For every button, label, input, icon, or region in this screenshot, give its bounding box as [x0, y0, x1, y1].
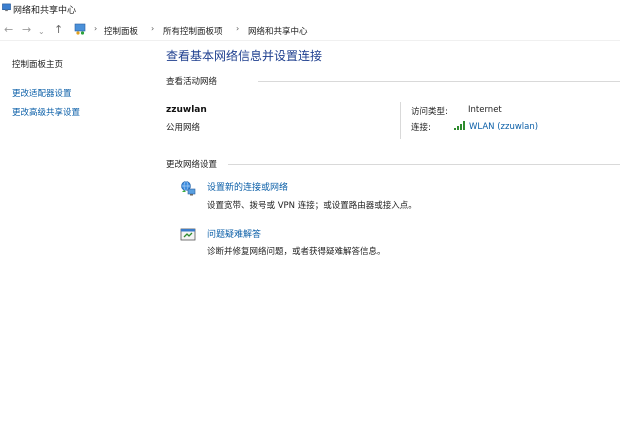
- recent-locations-chevron-icon[interactable]: ⌄: [38, 26, 45, 37]
- section-divider: [228, 164, 620, 165]
- sidebar-item-change-adapter-settings[interactable]: 更改适配器设置: [12, 87, 72, 99]
- breadcrumb-separator-icon: ›: [94, 24, 98, 33]
- access-type-label: 访问类型:: [411, 107, 448, 117]
- troubleshoot-icon: [180, 228, 196, 241]
- network-setup-icon: [181, 181, 196, 196]
- breadcrumb-separator-icon: ›: [236, 24, 240, 33]
- active-networks-heading: 查看活动网络: [166, 77, 218, 87]
- setup-new-connection-link[interactable]: 设置新的连接或网络: [207, 180, 288, 193]
- network-name: zzuwlan: [166, 105, 207, 115]
- sidebar-item-change-advanced-sharing[interactable]: 更改高级共享设置: [12, 106, 80, 118]
- breadcrumb-control-panel[interactable]: 控制面板: [104, 25, 138, 37]
- control-panel-icon: [74, 23, 86, 35]
- address-bar: ← → ⌄ ↑ › 控制面板 › 所有控制面板项 › 网络和共享中心: [0, 20, 620, 41]
- connection-wlan-link[interactable]: WLAN (zzuwlan): [454, 121, 538, 132]
- sidebar-item-control-panel-home[interactable]: 控制面板主页: [12, 58, 63, 70]
- network-center-icon: [2, 3, 11, 12]
- connection-value: WLAN (zzuwlan): [469, 122, 539, 132]
- vertical-divider: [400, 102, 401, 139]
- breadcrumb-separator-icon: ›: [151, 24, 155, 33]
- network-category-link[interactable]: 公用网络: [166, 121, 200, 133]
- window-title: 网络和共享中心: [13, 6, 77, 16]
- setup-new-connection-description: 设置宽带、拨号或 VPN 连接；或设置路由器或接入点。: [207, 201, 417, 211]
- breadcrumb-network-center[interactable]: 网络和共享中心: [248, 25, 308, 37]
- connection-label: 连接:: [411, 123, 431, 133]
- up-arrow-icon[interactable]: ↑: [54, 24, 63, 35]
- forward-arrow-icon[interactable]: →: [22, 24, 31, 35]
- title-bar: 网络和共享中心: [0, 0, 620, 17]
- change-settings-heading: 更改网络设置: [166, 160, 218, 170]
- page-title: 查看基本网络信息并设置连接: [166, 49, 323, 63]
- troubleshoot-problems-description: 诊断并修复网络问题，或者获得疑难解答信息。: [207, 247, 386, 257]
- back-arrow-icon[interactable]: ←: [4, 24, 13, 35]
- troubleshoot-problems-link[interactable]: 问题疑难解答: [207, 227, 261, 240]
- section-divider: [258, 81, 620, 82]
- breadcrumb-all-items[interactable]: 所有控制面板项: [163, 25, 223, 37]
- access-type-value: Internet: [468, 105, 502, 115]
- wifi-signal-icon: [454, 121, 465, 130]
